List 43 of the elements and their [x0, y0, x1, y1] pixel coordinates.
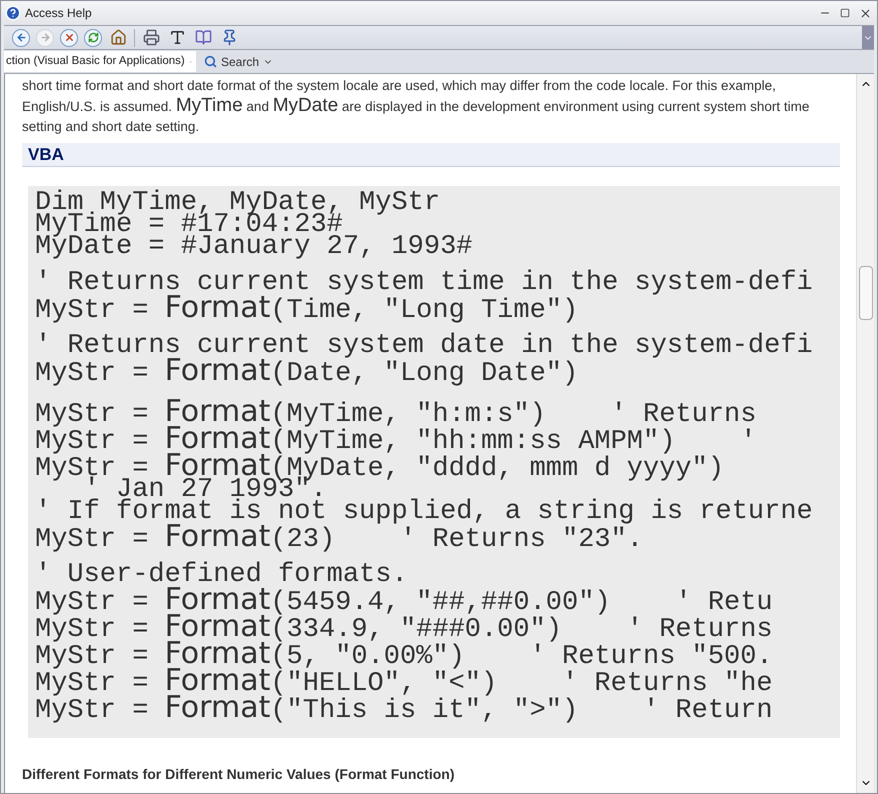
- code-line: MyStr = Format(Date, "Long Date"): [35, 357, 578, 384]
- code-line: ' Returns current system time in the system-defi: [35, 272, 813, 294]
- search-icon: [204, 55, 217, 68]
- refresh-button[interactable]: [84, 28, 102, 46]
- stop-cross-icon: [64, 32, 74, 43]
- search-button[interactable]: Search: [204, 52, 274, 70]
- address-field[interactable]: ction (Visual Basic for Applications): [4, 51, 196, 72]
- section-heading: VBA: [22, 143, 840, 167]
- scrollbar[interactable]: [856, 74, 874, 793]
- code-line: MyStr = Format(MyTime, "hh:mm:ss AMPM") ': [35, 425, 756, 452]
- code-line: MyStr = Format(MyDate, "dddd, mmm d yyyy"): [35, 452, 724, 479]
- scroll-thumb[interactable]: [858, 266, 872, 320]
- code-line: MyStr = Format(Time, "Long Time"): [35, 294, 578, 321]
- intro-paragraph: short time format and short date format of the system locale are used, which may differ from the code locale. For this example, English/U.S. is assumed. MyTime and MyDate are displayed in the development environment using current system short time setting and short date setting.: [22, 77, 810, 136]
- print-icon: [142, 29, 160, 46]
- maximize-icon: [840, 8, 850, 18]
- window-title: Access Help: [25, 5, 92, 22]
- code-line: ' If format is not supplied, a string is returne: [35, 501, 813, 523]
- code-line: MyStr = Format("This is it", ">") ' Return: [35, 694, 773, 721]
- print-button[interactable]: [141, 28, 161, 48]
- code-line: MyDate = #January 27, 1993#: [35, 236, 472, 258]
- text-size-icon: [168, 29, 186, 46]
- next-section-heading: Different Formats for Different Numeric Values (Format Function): [22, 765, 456, 784]
- code-line: MyStr = Format(MyTime, "h:m:s") ' Returns: [35, 398, 756, 425]
- help-icon: [5, 5, 21, 21]
- code-line: MyStr = Format(5459.4, "##,##0.00") ' Retu: [35, 586, 773, 613]
- code-line: MyTime = #17:04:23#: [35, 214, 343, 236]
- forward-arrow-icon: [40, 32, 50, 43]
- close-icon: [858, 6, 872, 20]
- code-line: MyStr = Format("HELLO", "<") ' Returns "he: [35, 667, 773, 694]
- code-line: MyStr = Format(5, "0.00%") ' Returns "500.: [35, 640, 773, 667]
- back-arrow-icon: [16, 32, 26, 43]
- book-icon: [194, 29, 212, 46]
- back-arrow-button[interactable]: [12, 28, 30, 46]
- search-label: Search: [221, 54, 260, 70]
- home-icon: [110, 29, 126, 46]
- code-line: MyStr = Format(334.9, "###0.00") ' Returns: [35, 613, 773, 640]
- code-line: MyStr = Format(23) ' Returns "23".: [35, 523, 644, 550]
- stop-cross-button[interactable]: [60, 28, 78, 46]
- code-line: ' Returns current system date in the system-defi: [35, 335, 813, 357]
- code-line: ' User-defined formats.: [35, 564, 408, 586]
- refresh-icon: [88, 32, 98, 43]
- book-button[interactable]: [193, 28, 213, 48]
